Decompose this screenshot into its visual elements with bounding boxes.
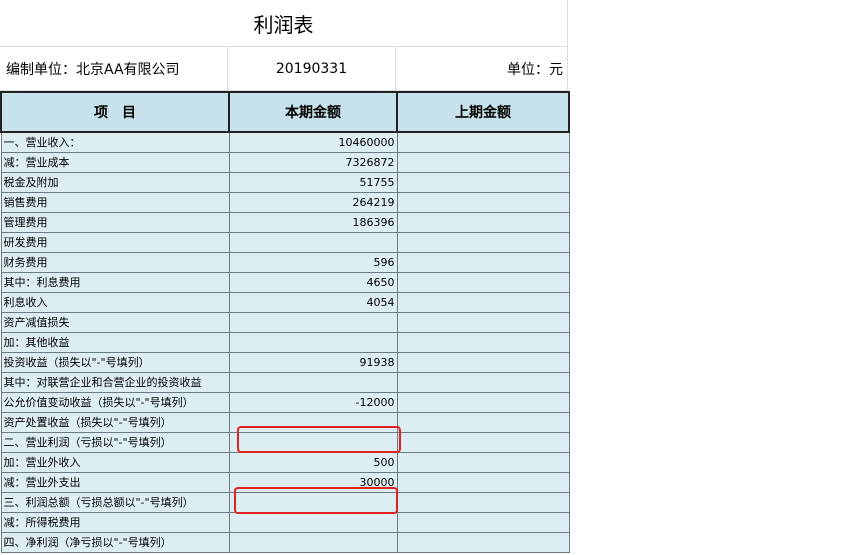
current-amount-cell[interactable]: 4054 (228, 291, 398, 313)
current-amount-cell[interactable]: 91938 (228, 351, 398, 373)
current-amount-cell[interactable]: -12000 (228, 391, 398, 413)
table-row: 其中：利息费用 4650 (0, 271, 570, 293)
date-cell[interactable]: 20190331 (228, 47, 396, 90)
table-row: 公允价值变动收益（损失以"-"号填列） -12000 (0, 391, 570, 413)
current-amount-cell[interactable]: 10460000 (228, 131, 398, 153)
current-amount-cell[interactable]: 51755 (228, 171, 398, 193)
table-row: 三、利润总额（亏损总额以"-"号填列） (0, 491, 570, 513)
row-item-cell[interactable]: 税金及附加 (0, 171, 230, 193)
current-amount-cell[interactable] (228, 331, 398, 353)
table-row: 减：营业成本 7326872 (0, 151, 570, 173)
current-amount-cell[interactable]: 186396 (228, 211, 398, 233)
row-item-cell[interactable]: 公允价值变动收益（损失以"-"号填列） (0, 391, 230, 413)
table-row: 投资收益（损失以"-"号填列） 91938 (0, 351, 570, 373)
previous-amount-cell[interactable] (396, 151, 570, 173)
table-row: 一、营业收入： 10460000 (0, 131, 570, 153)
company-cell[interactable]: 编制单位：北京AA有限公司 (0, 47, 228, 90)
previous-amount-cell[interactable] (396, 291, 570, 313)
current-amount-cell[interactable]: 7326872 (228, 151, 398, 173)
table-row: 二、营业利润（亏损以"-"号填列） (0, 431, 570, 453)
income-statement-table: 项 目 本期金额 上期金额 一、营业收入： 10460000 减：营业成本 73268… (0, 91, 570, 553)
table-row: 利息收入 4054 (0, 291, 570, 313)
current-amount-cell[interactable]: 30000 (228, 471, 398, 493)
table-row: 四、净利润（净亏损以"-"号填列） (0, 531, 570, 553)
table-row: 减：所得税费用 (0, 511, 570, 533)
header-row: 项 目 本期金额 上期金额 (0, 91, 570, 133)
current-amount-cell[interactable] (228, 531, 398, 553)
current-amount-cell[interactable]: 4650 (228, 271, 398, 293)
previous-amount-cell[interactable] (396, 471, 570, 493)
sheet-title[interactable]: 利润表 (0, 0, 568, 47)
row-item-cell[interactable]: 一、营业收入： (0, 131, 230, 153)
current-amount-cell[interactable] (228, 431, 398, 453)
previous-amount-cell[interactable] (396, 491, 570, 513)
row-item-cell[interactable]: 加：其他收益 (0, 331, 230, 353)
previous-amount-cell[interactable] (396, 211, 570, 233)
unit-cell[interactable]: 单位：元 (396, 47, 568, 90)
table-row: 资产减值损失 (0, 311, 570, 333)
row-item-cell[interactable]: 资产处置收益（损失以"-"号填列） (0, 411, 230, 433)
row-item-cell[interactable]: 销售费用 (0, 191, 230, 213)
table-row: 加：营业外收入 500 (0, 451, 570, 473)
previous-amount-cell[interactable] (396, 251, 570, 273)
current-amount-cell[interactable] (228, 511, 398, 533)
row-item-cell[interactable]: 三、利润总额（亏损总额以"-"号填列） (0, 491, 230, 513)
table-row: 加：其他收益 (0, 331, 570, 353)
previous-amount-cell[interactable] (396, 131, 570, 153)
current-amount-cell[interactable] (228, 411, 398, 433)
spreadsheet: 利润表 编制单位：北京AA有限公司 20190331 单位：元 项 目 本期金额… (0, 0, 570, 555)
table-row: 税金及附加 51755 (0, 171, 570, 193)
header-item[interactable]: 项 目 (0, 91, 230, 133)
previous-amount-cell[interactable] (396, 431, 570, 453)
table-row: 管理费用 186396 (0, 211, 570, 233)
previous-amount-cell[interactable] (396, 511, 570, 533)
table-row: 资产处置收益（损失以"-"号填列） (0, 411, 570, 433)
previous-amount-cell[interactable] (396, 531, 570, 553)
previous-amount-cell[interactable] (396, 271, 570, 293)
row-item-cell[interactable]: 投资收益（损失以"-"号填列） (0, 351, 230, 373)
previous-amount-cell[interactable] (396, 391, 570, 413)
header-previous-amount[interactable]: 上期金额 (396, 91, 570, 133)
previous-amount-cell[interactable] (396, 231, 570, 253)
row-item-cell[interactable]: 其中：利息费用 (0, 271, 230, 293)
row-item-cell[interactable]: 财务费用 (0, 251, 230, 273)
header-current-amount[interactable]: 本期金额 (228, 91, 398, 133)
row-item-cell[interactable]: 研发费用 (0, 231, 230, 253)
current-amount-cell[interactable] (228, 371, 398, 393)
current-amount-cell[interactable] (228, 231, 398, 253)
previous-amount-cell[interactable] (396, 171, 570, 193)
current-amount-cell[interactable] (228, 491, 398, 513)
previous-amount-cell[interactable] (396, 451, 570, 473)
table-row: 减：营业外支出 30000 (0, 471, 570, 493)
table-row: 其中：对联营企业和合营企业的投资收益 (0, 371, 570, 393)
current-amount-cell[interactable] (228, 311, 398, 333)
table-row: 财务费用 596 (0, 251, 570, 273)
previous-amount-cell[interactable] (396, 311, 570, 333)
row-item-cell[interactable]: 四、净利润（净亏损以"-"号填列） (0, 531, 230, 553)
row-item-cell[interactable]: 减：营业外支出 (0, 471, 230, 493)
table-row: 研发费用 (0, 231, 570, 253)
row-item-cell[interactable]: 减：营业成本 (0, 151, 230, 173)
current-amount-cell[interactable]: 500 (228, 451, 398, 473)
row-item-cell[interactable]: 减：所得税费用 (0, 511, 230, 533)
row-item-cell[interactable]: 管理费用 (0, 211, 230, 233)
table-row: 销售费用 264219 (0, 191, 570, 213)
previous-amount-cell[interactable] (396, 191, 570, 213)
row-item-cell[interactable]: 加：营业外收入 (0, 451, 230, 473)
previous-amount-cell[interactable] (396, 411, 570, 433)
previous-amount-cell[interactable] (396, 351, 570, 373)
previous-amount-cell[interactable] (396, 371, 570, 393)
row-item-cell[interactable]: 其中：对联营企业和合营企业的投资收益 (0, 371, 230, 393)
previous-amount-cell[interactable] (396, 331, 570, 353)
row-item-cell[interactable]: 资产减值损失 (0, 311, 230, 333)
row-item-cell[interactable]: 利息收入 (0, 291, 230, 313)
meta-row: 编制单位：北京AA有限公司 20190331 单位：元 (0, 47, 568, 91)
current-amount-cell[interactable]: 596 (228, 251, 398, 273)
current-amount-cell[interactable]: 264219 (228, 191, 398, 213)
row-item-cell[interactable]: 二、营业利润（亏损以"-"号填列） (0, 431, 230, 453)
